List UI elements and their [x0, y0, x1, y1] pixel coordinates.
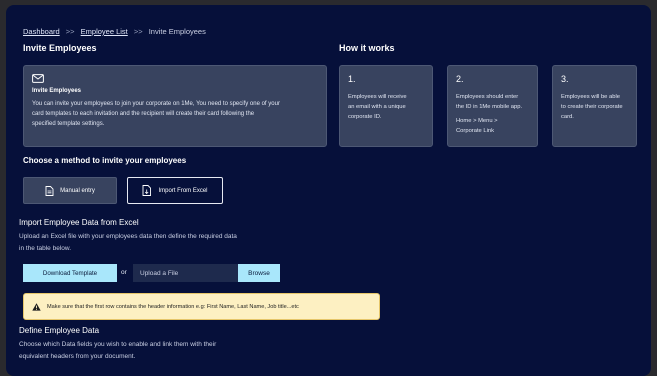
import-excel-button[interactable]: Import From Excel [127, 177, 223, 204]
step-line: corporate ID. [348, 114, 382, 120]
step-number: 3. [561, 74, 569, 84]
import-heading: Import Employee Data from Excel [19, 218, 139, 227]
import-description: Upload an Excel file with your employees… [19, 231, 237, 255]
warning-text: Make sure that the first row contains th… [47, 303, 299, 310]
warning-icon [32, 302, 41, 311]
breadcrumb-separator: >> [133, 27, 143, 36]
breadcrumb-current: Invite Employees [148, 27, 206, 36]
step-line: Employees will be able [561, 94, 620, 100]
import-excel-label: Import From Excel [158, 187, 208, 194]
step-path: Home > Menu > Corporate Link [456, 116, 529, 136]
header-row-warning: Make sure that the first row contains th… [23, 293, 380, 320]
browse-button[interactable]: Browse [238, 264, 280, 282]
import-desc-line: Upload an Excel file with your employees… [19, 233, 237, 240]
manual-entry-button[interactable]: Manual entry [23, 177, 117, 204]
file-import-icon [143, 185, 152, 196]
import-desc-line: in the table below. [19, 245, 72, 252]
how-it-works-heading: How it works [339, 43, 395, 53]
mail-icon [32, 74, 44, 83]
invite-card-title: Invite Employees [32, 88, 82, 94]
step-number: 2. [456, 74, 464, 84]
step-card-3: 3. Employees will be able to create thei… [552, 65, 637, 147]
step-line: to create their corporate [561, 104, 623, 110]
method-heading: Choose a method to invite your employees [23, 156, 187, 165]
define-desc-line: equivalent headers from your document. [19, 353, 136, 360]
breadcrumb-employee-list[interactable]: Employee List [81, 27, 128, 36]
step-card-2: 2. Employees should enter the ID in 1Me … [447, 65, 538, 147]
invite-card-line: You can invite your employees to join yo… [32, 101, 280, 107]
document-icon [45, 185, 54, 196]
breadcrumb: Dashboard >> Employee List >> Invite Emp… [23, 27, 206, 36]
step-text: Employees will be able to create their c… [561, 92, 628, 122]
invite-card-line: card templates to each invitation and th… [32, 111, 255, 117]
step-number: 1. [348, 74, 356, 84]
invite-card-line: specified template settings. [32, 121, 105, 127]
step-card-1: 1. Employees will receive an email with … [339, 65, 433, 147]
step-text: Employees should enter the ID in 1Me mob… [456, 92, 529, 112]
invite-heading: Invite Employees [23, 43, 97, 53]
app-frame: Dashboard >> Employee List >> Invite Emp… [6, 5, 651, 376]
invite-info-card: Invite Employees You can invite your emp… [23, 65, 327, 147]
breadcrumb-separator: >> [65, 27, 75, 36]
invite-card-body: You can invite your employees to join yo… [32, 99, 318, 129]
define-description: Choose which Data fields you wish to ena… [19, 339, 216, 363]
manual-entry-label: Manual entry [60, 187, 95, 194]
upload-file-input[interactable]: Upload a File [133, 264, 239, 282]
define-desc-line: Choose which Data fields you wish to ena… [19, 341, 217, 348]
step-line: the ID in 1Me mobile app. [456, 104, 523, 110]
step-line: card. [561, 114, 574, 120]
step-text: Employees will receive an email with a u… [348, 92, 424, 122]
define-heading: Define Employee Data [19, 326, 100, 335]
step-line: an email with a unique [348, 104, 406, 110]
step-line: Corporate Link [456, 128, 495, 134]
download-template-button[interactable]: Download Template [23, 264, 117, 282]
step-line: Home > Menu > [456, 118, 498, 124]
step-line: Employees should enter [456, 94, 519, 100]
step-line: Employees will receive [348, 94, 407, 100]
breadcrumb-dashboard[interactable]: Dashboard [23, 27, 60, 36]
or-label: or [121, 269, 127, 276]
